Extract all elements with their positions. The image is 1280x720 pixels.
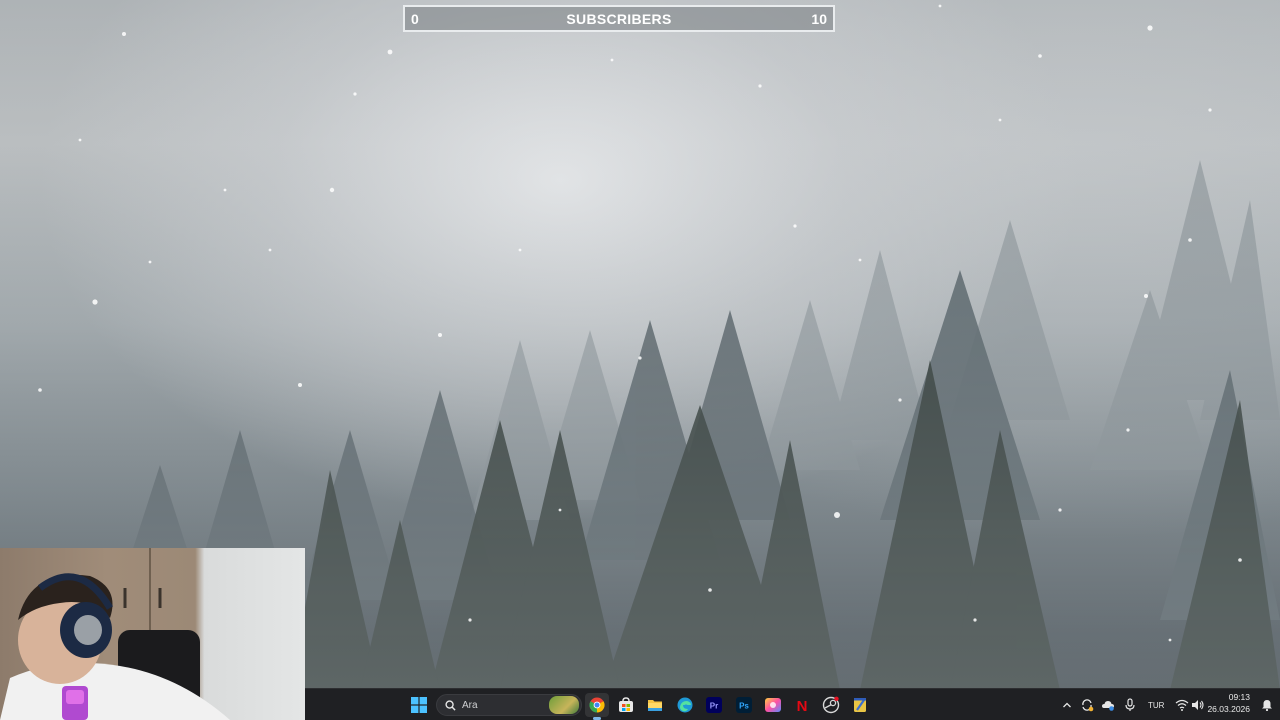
tray-onedrive-button[interactable]: [1096, 693, 1120, 717]
taskbar-app-notepad[interactable]: [848, 693, 872, 717]
color-app-icon: [765, 698, 781, 712]
windows-icon: [411, 697, 427, 713]
taskbar-app-chrome[interactable]: [585, 693, 609, 720]
subscriber-goal-count: 10: [811, 10, 827, 27]
clock-time: 09:13: [1228, 692, 1250, 702]
notepad-icon: [854, 698, 866, 712]
search-icon: [445, 699, 456, 711]
subscriber-goal-title: SUBSCRIBERS: [566, 10, 672, 27]
webcam-overlay: [0, 548, 305, 720]
taskbar-app-photoshop[interactable]: Ps: [732, 693, 756, 717]
taskbar-app-store[interactable]: [614, 693, 638, 717]
file-explorer-icon: [648, 700, 662, 711]
taskbar-app-netflix[interactable]: N: [790, 693, 814, 717]
bell-icon: [1262, 700, 1272, 711]
taskbar-app-file-explorer[interactable]: [643, 693, 667, 717]
edge-icon: [677, 697, 693, 713]
netflix-label: N: [797, 698, 808, 713]
taskbar-app-color[interactable]: [761, 693, 785, 717]
taskbar-search[interactable]: Ara: [436, 694, 582, 716]
search-highlight-image: [549, 696, 579, 714]
taskbar-app-steam[interactable]: [819, 693, 843, 717]
subscriber-goal-bar: 0 SUBSCRIBERS 10: [403, 5, 835, 32]
cloud-icon: [1102, 701, 1114, 711]
premiere-label: Pr: [710, 702, 718, 711]
notification-center-button[interactable]: [1255, 693, 1279, 717]
search-label: Ara: [462, 699, 478, 711]
tray-microphone-button[interactable]: [1118, 693, 1142, 717]
subscriber-current-count: 0: [411, 10, 419, 27]
taskbar-app-edge[interactable]: [673, 693, 697, 717]
taskbar-clock[interactable]: 09:13 26.03.2026: [1196, 691, 1250, 715]
taskbar-app-premiere[interactable]: Pr: [702, 693, 726, 717]
taskbar: Ara Pr Ps N TUR 09:13 26.03.2026: [305, 688, 1280, 720]
premiere-pro-icon: Pr: [706, 697, 722, 713]
photoshop-icon: Ps: [736, 697, 752, 713]
chevron-up-icon: [1063, 702, 1071, 708]
sync-icon: [1082, 699, 1094, 712]
chrome-icon: [589, 697, 605, 713]
photoshop-label: Ps: [739, 702, 749, 711]
steam-icon: [822, 696, 840, 714]
store-icon: [619, 697, 633, 712]
clock-date: 26.03.2026: [1207, 704, 1250, 714]
microphone-icon: [1125, 698, 1135, 711]
language-indicator[interactable]: TUR: [1148, 701, 1164, 710]
start-button[interactable]: [407, 693, 431, 717]
netflix-icon: N: [797, 698, 808, 713]
